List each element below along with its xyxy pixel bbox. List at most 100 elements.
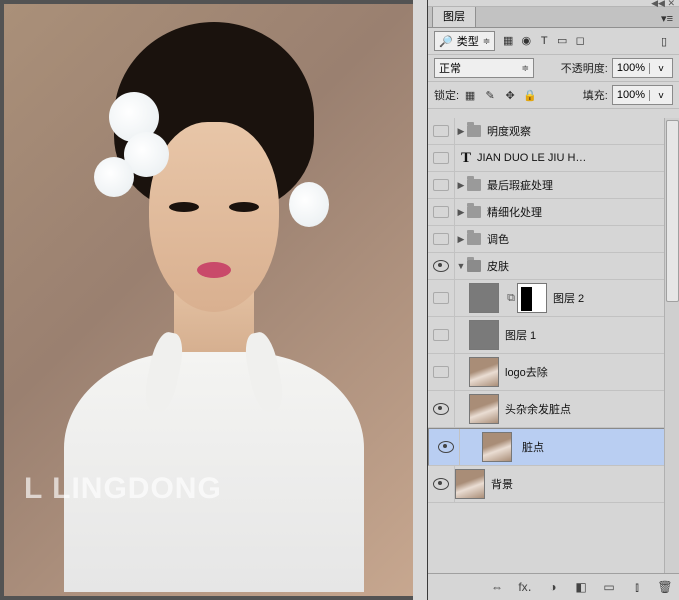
layer-thumbnail[interactable] bbox=[469, 283, 499, 313]
layer-name[interactable]: 最后瑕疵处理 bbox=[487, 177, 679, 193]
filter-type-icon[interactable]: ▭ bbox=[553, 32, 571, 50]
lock-row: 锁定: ▦ ✎ ✥ 🔒 填充: 100%ⅴ bbox=[428, 82, 679, 109]
expand-arrow-icon[interactable]: ▼ bbox=[455, 261, 467, 271]
canvas-scrollbar[interactable] bbox=[413, 0, 427, 600]
visibility-toggle[interactable] bbox=[428, 317, 455, 353]
layer-name[interactable]: 精细化处理 bbox=[487, 204, 679, 220]
panel-menu-icon[interactable]: ▾≡ bbox=[659, 10, 675, 27]
eye-icon bbox=[438, 441, 454, 453]
layer-name[interactable]: 头杂余发脏点 bbox=[505, 401, 679, 417]
expand-arrow-icon[interactable]: ▶ bbox=[455, 234, 467, 245]
panel-collapse-icon[interactable]: ◀◀ ✕ bbox=[651, 0, 675, 9]
visibility-toggle[interactable] bbox=[428, 391, 455, 427]
visibility-toggle[interactable] bbox=[428, 226, 455, 252]
layer-row[interactable]: TJIAN DUO LE JIU H… bbox=[428, 145, 679, 172]
layer-thumbnail[interactable] bbox=[482, 432, 512, 462]
link-icon[interactable]: ⧉ bbox=[505, 292, 517, 305]
folder-icon bbox=[467, 233, 481, 245]
folder-icon bbox=[467, 260, 481, 272]
filter-type-icon[interactable]: ▦ bbox=[499, 32, 517, 50]
blend-mode-select[interactable]: 正常 ≑ bbox=[434, 58, 534, 78]
layer-name[interactable]: 脏点 bbox=[522, 439, 674, 455]
layer-thumbnail[interactable] bbox=[469, 357, 499, 387]
link-layers-icon[interactable]: ⇔ bbox=[489, 579, 505, 595]
layer-thumbnail[interactable] bbox=[455, 469, 485, 499]
layer-name[interactable]: 明度观察 bbox=[487, 123, 679, 139]
layer-row[interactable]: ⧉ 图层 2 bbox=[428, 280, 679, 317]
eye-off-icon bbox=[433, 125, 449, 137]
eye-off-icon bbox=[433, 329, 449, 341]
lock-all-icon[interactable]: 🔒 bbox=[523, 89, 537, 102]
layer-thumbnail[interactable] bbox=[469, 320, 499, 350]
filter-type-icon[interactable]: T bbox=[535, 32, 553, 50]
new-adjustment-icon[interactable]: ◧ bbox=[573, 579, 589, 595]
new-group-icon[interactable]: ▭ bbox=[601, 579, 617, 595]
expand-arrow-icon[interactable]: ▶ bbox=[455, 207, 467, 218]
lock-position-icon[interactable]: ✥ bbox=[503, 89, 517, 102]
new-layer-icon[interactable]: ⫾ bbox=[629, 579, 645, 595]
layer-fx-icon[interactable]: fx․ bbox=[517, 579, 533, 595]
layer-row[interactable]: 图层 1 bbox=[428, 317, 679, 354]
filter-type-icon[interactable]: ◻ bbox=[571, 32, 589, 50]
layers-list: ▶ 明度观察 TJIAN DUO LE JIU H… ▶ 最后瑕疵处理 ▶ 精细化处理 ▶ 调色… bbox=[428, 118, 679, 574]
expand-arrow-icon[interactable]: ▶ bbox=[455, 126, 467, 137]
visibility-toggle[interactable] bbox=[428, 145, 455, 171]
layer-row[interactable]: ▶ 调色 bbox=[428, 226, 679, 253]
filter-type-icon[interactable]: ◉ bbox=[517, 32, 535, 50]
chevron-down-icon: ⅴ bbox=[649, 63, 672, 74]
layer-name[interactable]: 图层 2 bbox=[553, 290, 679, 306]
eye-off-icon bbox=[433, 152, 449, 164]
layer-name[interactable]: JIAN DUO LE JIU H… bbox=[477, 152, 679, 164]
eye-icon bbox=[433, 403, 449, 415]
layers-scrollbar[interactable] bbox=[664, 118, 679, 574]
visibility-toggle[interactable] bbox=[433, 429, 460, 465]
tab-layers[interactable]: 图层 bbox=[432, 4, 476, 27]
lock-pixels-icon[interactable]: ▦ bbox=[463, 89, 477, 102]
opacity-label: 不透明度: bbox=[561, 60, 608, 76]
lock-brush-icon[interactable]: ✎ bbox=[483, 89, 497, 102]
visibility-toggle[interactable] bbox=[428, 354, 455, 390]
filter-row: 🔎 类型 ≑ ▦◉T▭◻ ▯ bbox=[428, 28, 679, 55]
blend-row: 正常 ≑ 不透明度: 100%ⅴ bbox=[428, 55, 679, 82]
expand-arrow-icon[interactable]: ▶ bbox=[455, 180, 467, 191]
fill-input[interactable]: 100%ⅴ bbox=[612, 85, 673, 105]
eye-off-icon bbox=[433, 233, 449, 245]
visibility-toggle[interactable] bbox=[428, 466, 455, 502]
filter-toggle[interactable]: ▯ bbox=[655, 32, 673, 50]
layer-row[interactable]: 脏点 bbox=[428, 428, 679, 466]
layer-mask-thumbnail[interactable] bbox=[517, 283, 547, 313]
layer-row[interactable]: ▼ 皮肤 bbox=[428, 253, 679, 280]
visibility-toggle[interactable] bbox=[428, 253, 455, 279]
add-mask-icon[interactable]: ◑ bbox=[545, 579, 561, 595]
document-canvas[interactable]: L LINGDONG bbox=[0, 0, 427, 600]
chevron-down-icon: ≑ bbox=[521, 63, 529, 74]
eye-off-icon bbox=[433, 292, 449, 304]
layer-row[interactable]: 背景 bbox=[428, 466, 679, 503]
folder-icon bbox=[467, 179, 481, 191]
layer-name[interactable]: logo去除 bbox=[505, 364, 679, 380]
layer-row[interactable]: ▶ 精细化处理 bbox=[428, 199, 679, 226]
watermark-text: L LINGDONG bbox=[24, 472, 222, 506]
visibility-toggle[interactable] bbox=[428, 118, 455, 144]
layer-name[interactable]: 背景 bbox=[491, 476, 679, 492]
layer-row[interactable]: logo去除 bbox=[428, 354, 679, 391]
layer-row[interactable]: 头杂余发脏点 bbox=[428, 391, 679, 428]
layer-name[interactable]: 调色 bbox=[487, 231, 679, 247]
layers-bottom-bar: ⇔ fx․ ◑ ◧ ▭ ⫾ 🗑 bbox=[428, 573, 679, 600]
filter-kind-select[interactable]: 🔎 类型 ≑ bbox=[434, 31, 495, 51]
layer-row[interactable]: ▶ 最后瑕疵处理 bbox=[428, 172, 679, 199]
eye-off-icon bbox=[433, 366, 449, 378]
visibility-toggle[interactable] bbox=[428, 280, 455, 316]
layer-name[interactable]: 图层 1 bbox=[505, 327, 679, 343]
search-icon: 🔎 bbox=[439, 35, 453, 48]
visibility-toggle[interactable] bbox=[428, 172, 455, 198]
layer-name[interactable]: 皮肤 bbox=[487, 258, 679, 274]
layer-thumbnail[interactable] bbox=[469, 394, 499, 424]
layers-panel: ◀◀ ✕ 图层 ▾≡ 🔎 类型 ≑ ▦◉T▭◻ ▯ 正常 ≑ 不透明度: bbox=[427, 0, 679, 600]
eye-icon bbox=[433, 478, 449, 490]
trash-icon[interactable]: 🗑 bbox=[657, 579, 673, 595]
visibility-toggle[interactable] bbox=[428, 199, 455, 225]
opacity-input[interactable]: 100%ⅴ bbox=[612, 58, 673, 78]
fill-label: 填充: bbox=[583, 87, 608, 103]
layer-row[interactable]: ▶ 明度观察 bbox=[428, 118, 679, 145]
